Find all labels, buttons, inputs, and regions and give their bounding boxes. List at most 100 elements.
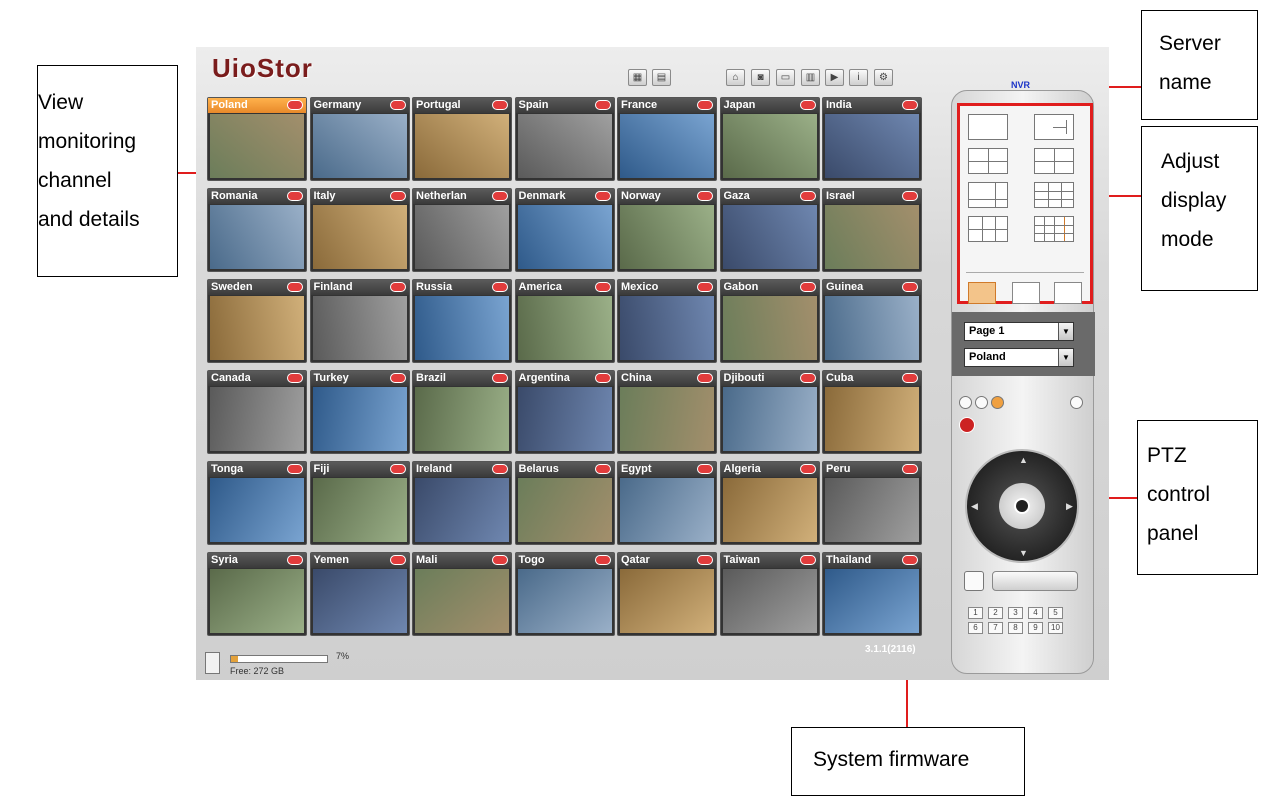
sequence-button[interactable] xyxy=(1054,282,1082,304)
record-status-icon xyxy=(287,100,303,110)
trash-icon[interactable] xyxy=(1070,396,1083,409)
callout-line: channel xyxy=(38,169,112,192)
snapshot-icon[interactable] xyxy=(959,396,972,409)
camera-tile[interactable]: Spain xyxy=(514,97,615,181)
preset-button[interactable]: 9 xyxy=(1028,622,1043,634)
preset-button[interactable]: 1 xyxy=(968,607,983,619)
mode-3-split-button[interactable] xyxy=(1034,148,1074,174)
camera-tile[interactable]: Togo xyxy=(514,552,615,636)
monitor-icon[interactable]: ▭ xyxy=(776,69,795,86)
record-status-icon xyxy=(799,373,816,383)
camera-tile[interactable]: Canada xyxy=(207,370,307,454)
camera-tile[interactable]: Peru xyxy=(822,461,922,545)
camera-tile[interactable]: Yemen xyxy=(309,552,410,636)
single-view-button[interactable] xyxy=(968,282,996,304)
camera-tile[interactable]: Finland xyxy=(309,279,410,363)
preset-button[interactable]: 3 xyxy=(1008,607,1023,619)
page-select[interactable]: Page 1 ▼ xyxy=(964,322,1074,341)
ptz-home-button[interactable] xyxy=(1014,498,1030,514)
alarm-icon[interactable] xyxy=(959,417,975,433)
camera-tile[interactable]: Israel xyxy=(822,188,922,272)
record-status-icon xyxy=(799,191,816,201)
mode-4x4-button[interactable] xyxy=(1034,216,1074,242)
printer-icon[interactable]: ▥ xyxy=(801,69,820,86)
camera-tile[interactable]: Algeria xyxy=(719,461,820,545)
record-status-icon xyxy=(799,555,816,565)
camera-tile[interactable]: Cuba xyxy=(822,370,922,454)
camera-tile[interactable]: Ireland xyxy=(412,461,512,545)
mode-2x2-button[interactable] xyxy=(968,148,1008,174)
camera-tile[interactable]: Norway xyxy=(617,188,717,272)
camera-tile[interactable]: Mali xyxy=(412,552,512,636)
ptz-up-icon[interactable]: ▲ xyxy=(1019,455,1028,465)
camera-tile[interactable]: Germany xyxy=(309,97,410,181)
camera-tile[interactable]: Djibouti xyxy=(719,370,820,454)
channel-select[interactable]: Poland ▼ xyxy=(964,348,1074,367)
camera-tile[interactable]: Guinea xyxy=(822,279,922,363)
zoom-icon[interactable] xyxy=(964,571,984,591)
fullscreen-button[interactable] xyxy=(1012,282,1040,304)
camera-tile[interactable]: Romania xyxy=(207,188,307,272)
mode-1plus5-button[interactable] xyxy=(968,182,1008,208)
preset-button[interactable]: 4 xyxy=(1028,607,1043,619)
preset-button[interactable]: 8 xyxy=(1008,622,1023,634)
ptz-control-ring[interactable]: ▲ ▼ ◀ ▶ xyxy=(965,449,1079,563)
camera-tile[interactable]: Tonga xyxy=(207,461,307,545)
mode-4x3-button[interactable] xyxy=(968,216,1008,242)
camera-tile[interactable]: China xyxy=(617,370,717,454)
camera-tile[interactable]: Netherlan xyxy=(412,188,512,272)
camera-tile[interactable]: India xyxy=(822,97,922,181)
settings-icon[interactable]: ⚙ xyxy=(874,69,893,86)
camera-tile[interactable]: Portugal xyxy=(412,97,512,181)
nvr-app-window: UioStor ▦ ▤ ⌂ ◙ ▭ ▥ ▶ i ⚙ NVR Poland Germ… xyxy=(196,47,1109,680)
zoom-slider[interactable] xyxy=(992,571,1078,591)
preset-button[interactable]: 5 xyxy=(1048,607,1063,619)
ptz-down-icon[interactable]: ▼ xyxy=(1019,548,1028,558)
record-icon[interactable] xyxy=(975,396,988,409)
play-icon[interactable]: ▶ xyxy=(825,69,844,86)
camera-tile[interactable]: Denmark xyxy=(514,188,615,272)
grid-view-icon[interactable]: ▦ xyxy=(628,69,647,86)
camera-tile[interactable]: Italy xyxy=(309,188,410,272)
camera-tile[interactable]: Sweden xyxy=(207,279,307,363)
ptz-left-icon[interactable]: ◀ xyxy=(971,501,978,512)
camera-icon[interactable]: ◙ xyxy=(751,69,770,86)
camera-tile[interactable]: Russia xyxy=(412,279,512,363)
camera-tile[interactable]: Japan xyxy=(719,97,820,181)
mode-1x1-button[interactable] xyxy=(968,114,1008,140)
camera-tile[interactable]: Fiji xyxy=(309,461,410,545)
camera-tile[interactable]: Gaza xyxy=(719,188,820,272)
mode-pip-button[interactable] xyxy=(1034,114,1074,140)
info-icon[interactable]: i xyxy=(849,69,868,86)
channel-select-value: Poland xyxy=(969,351,1006,363)
camera-tile[interactable]: Syria xyxy=(207,552,307,636)
camera-tile[interactable]: Belarus xyxy=(514,461,615,545)
preset-button[interactable]: 7 xyxy=(988,622,1003,634)
mode-3x3-button[interactable] xyxy=(1034,182,1074,208)
camera-tile[interactable]: Gabon xyxy=(719,279,820,363)
camera-tile[interactable]: Qatar xyxy=(617,552,717,636)
camera-tile[interactable]: Mexico xyxy=(617,279,717,363)
camera-tile[interactable]: Egypt xyxy=(617,461,717,545)
camera-tile[interactable]: America xyxy=(514,279,615,363)
camera-tile[interactable]: Poland xyxy=(207,97,307,181)
record-status-icon xyxy=(287,373,303,383)
preset-button[interactable]: 10 xyxy=(1048,622,1063,634)
camera-tile[interactable]: France xyxy=(617,97,717,181)
camera-tile[interactable]: Turkey xyxy=(309,370,410,454)
camera-feed xyxy=(620,296,714,360)
ptz-right-icon[interactable]: ▶ xyxy=(1066,501,1073,512)
preset-button[interactable]: 6 xyxy=(968,622,983,634)
preset-button[interactable]: 2 xyxy=(988,607,1003,619)
chevron-down-icon[interactable]: ▼ xyxy=(1058,323,1073,340)
audio-icon[interactable] xyxy=(991,396,1004,409)
chevron-down-icon[interactable]: ▼ xyxy=(1058,349,1073,366)
camera-feed xyxy=(415,478,509,542)
list-view-icon[interactable]: ▤ xyxy=(652,69,671,86)
home-icon[interactable]: ⌂ xyxy=(726,69,745,86)
camera-tile[interactable]: Brazil xyxy=(412,370,512,454)
camera-tile[interactable]: Argentina xyxy=(514,370,615,454)
camera-tile[interactable]: Taiwan xyxy=(719,552,820,636)
camera-tile[interactable]: Thailand xyxy=(822,552,922,636)
record-status-icon xyxy=(389,191,406,201)
